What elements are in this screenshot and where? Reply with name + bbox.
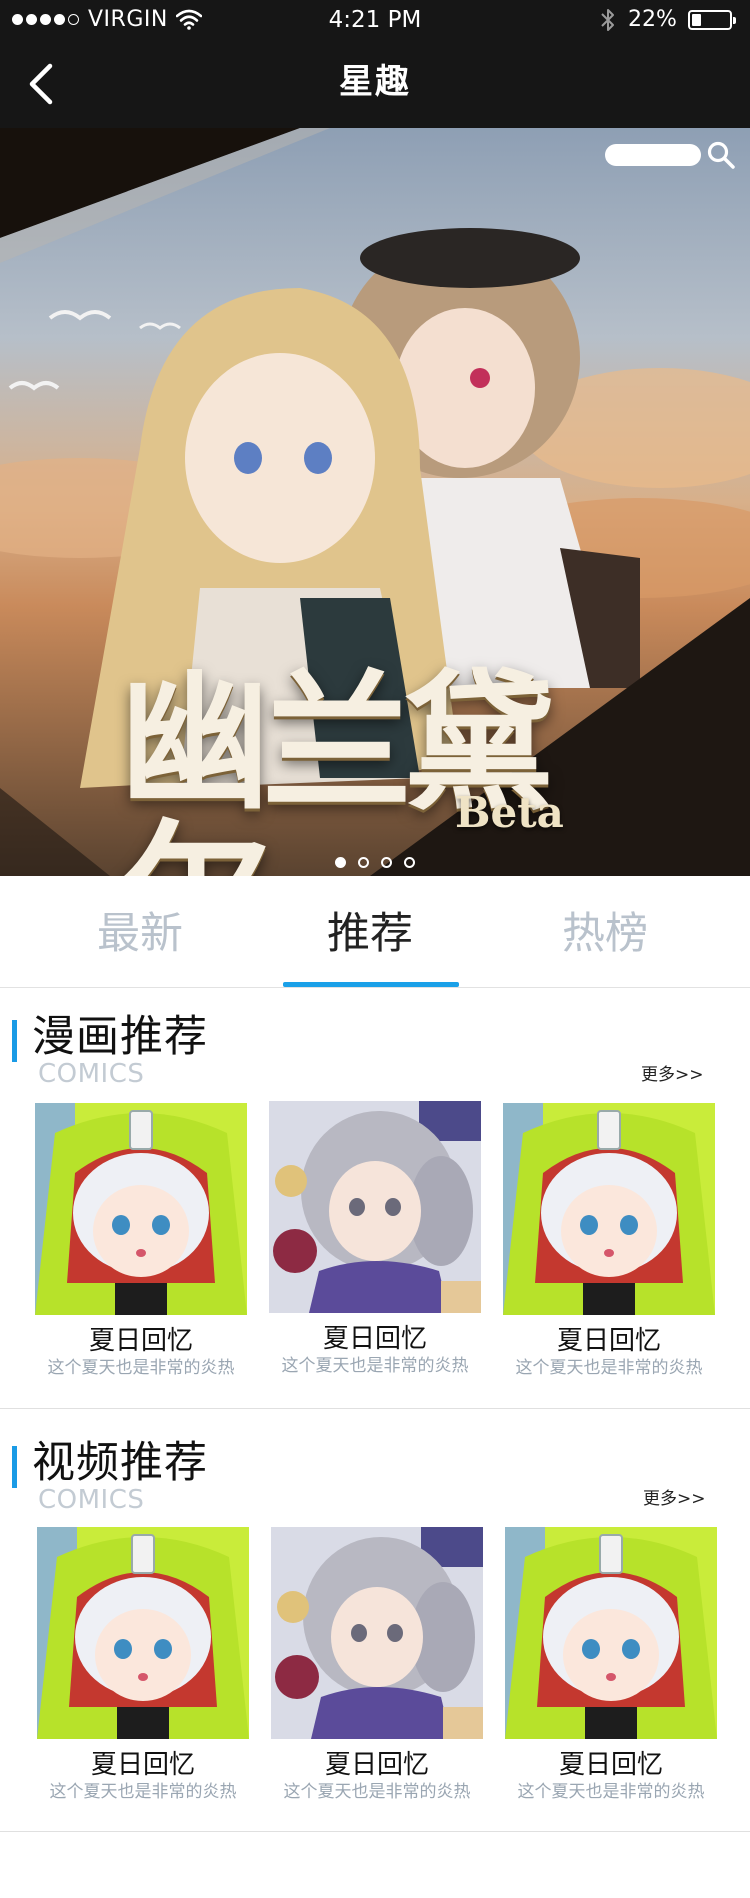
section-title: 视频推荐 [32, 1438, 208, 1488]
status-bar: VIRGIN 4:21 PM 22% [0, 0, 750, 40]
tab-hot-list[interactable]: 热榜 [515, 906, 695, 962]
pager-dot[interactable] [358, 857, 369, 868]
section-subtitle: COMICS [38, 1059, 145, 1089]
video-thumbnail [505, 1527, 717, 1739]
page-title: 星趣 [339, 62, 411, 102]
more-link[interactable]: 更多>> [643, 1484, 706, 1509]
banner-pager[interactable] [0, 857, 750, 868]
card-title: 夏日回忆 [558, 1750, 663, 1780]
section-accent-bar [12, 1446, 17, 1488]
video-thumbnail [37, 1527, 249, 1739]
section-divider [0, 1408, 750, 1409]
pager-dot[interactable] [335, 857, 346, 868]
comics-section: 漫画推荐 COMICS 更多>> 夏日回忆 这个夏天也是非常的炎热 夏日回忆 这… [0, 988, 750, 1408]
battery-icon [688, 10, 736, 30]
search-bar[interactable] [605, 144, 701, 166]
videos-section: 视频推荐 COMICS 更多>> 夏日回忆 这个夏天也是非常的炎热 夏日回忆 这… [0, 1410, 750, 1830]
section-accent-bar [12, 1020, 17, 1062]
video-thumbnail [271, 1527, 483, 1739]
video-card[interactable]: 夏日回忆 这个夏天也是非常的炎热 [271, 1527, 483, 1803]
card-description: 这个夏天也是非常的炎热 [47, 1358, 235, 1378]
section-divider [0, 1831, 750, 1832]
video-card[interactable]: 夏日回忆 这个夏天也是非常的炎热 [37, 1527, 249, 1803]
card-description: 这个夏天也是非常的炎热 [281, 1356, 469, 1376]
tab-recommended[interactable]: 推荐 [280, 906, 460, 962]
banner-title: 幽兰黛尔 [120, 655, 554, 876]
hero-banner[interactable]: 幽兰黛尔 Beta [0, 128, 750, 876]
tab-bar: 最新 推荐 热榜 [0, 876, 750, 988]
green-hood-character-art [505, 1527, 717, 1739]
search-icon[interactable] [706, 140, 736, 170]
section-title: 漫画推荐 [32, 1012, 208, 1062]
section-subtitle: COMICS [38, 1485, 145, 1515]
comic-thumbnail [269, 1101, 481, 1313]
green-hood-character-art [503, 1103, 715, 1315]
more-link[interactable]: 更多>> [641, 1060, 704, 1085]
card-title: 夏日回忆 [88, 1326, 193, 1356]
top-bar: VIRGIN 4:21 PM 22% 星趣 [0, 0, 750, 128]
card-description: 这个夏天也是非常的炎热 [49, 1782, 237, 1802]
card-title: 夏日回忆 [324, 1750, 429, 1780]
video-card[interactable]: 夏日回忆 这个夏天也是非常的炎热 [505, 1527, 717, 1803]
card-title: 夏日回忆 [556, 1326, 661, 1356]
green-hood-character-art [35, 1103, 247, 1315]
battery-percentage: 22% [628, 7, 677, 32]
comic-card[interactable]: 夏日回忆 这个夏天也是非常的炎热 [269, 1101, 481, 1377]
comic-card[interactable]: 夏日回忆 这个夏天也是非常的炎热 [503, 1103, 715, 1379]
tab-latest[interactable]: 最新 [50, 906, 230, 962]
card-description: 这个夏天也是非常的炎热 [515, 1358, 703, 1378]
pager-dot[interactable] [381, 857, 392, 868]
card-title: 夏日回忆 [90, 1750, 195, 1780]
comic-thumbnail [35, 1103, 247, 1315]
bluetooth-icon [601, 9, 614, 31]
card-description: 这个夏天也是非常的炎热 [283, 1782, 471, 1802]
comic-card[interactable]: 夏日回忆 这个夏天也是非常的炎热 [35, 1103, 247, 1379]
active-tab-indicator [283, 982, 459, 987]
gray-hair-character-art [269, 1101, 481, 1313]
comic-thumbnail [503, 1103, 715, 1315]
banner-subtitle: Beta [455, 788, 564, 837]
card-description: 这个夏天也是非常的炎热 [517, 1782, 705, 1802]
green-hood-character-art [37, 1527, 249, 1739]
gray-hair-character-art [271, 1527, 483, 1739]
card-title: 夏日回忆 [322, 1324, 427, 1354]
pager-dot[interactable] [404, 857, 415, 868]
